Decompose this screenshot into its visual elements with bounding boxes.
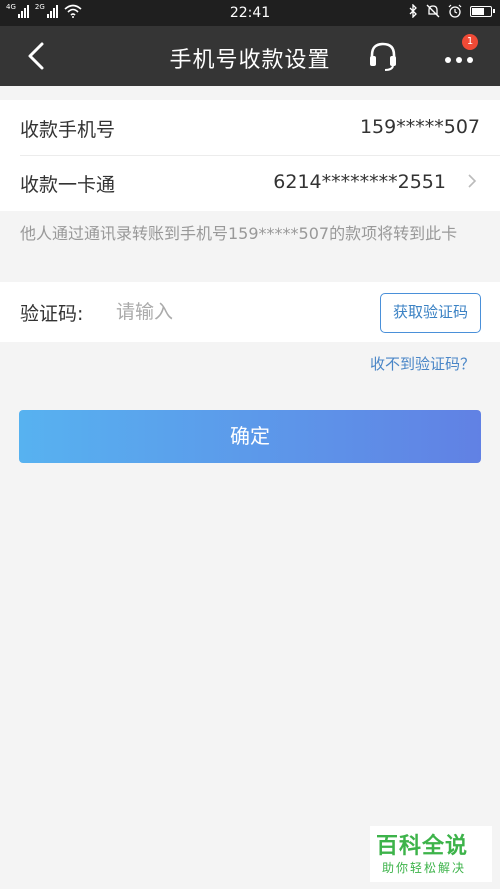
verify-label: 验证码: — [20, 303, 84, 325]
no-code-link[interactable]: 收不到验证码？ — [370, 353, 475, 374]
card-value: 6214********2551 — [273, 171, 446, 193]
card-label: 收款一卡通 — [20, 174, 116, 196]
status-bar: 4G 2G 22:41 — [0, 0, 500, 26]
get-code-button[interactable]: 获取验证码 — [380, 293, 481, 333]
verify-row: 验证码: 获取验证码 — [0, 282, 500, 342]
phone-row: 收款手机号 159*****507 — [0, 100, 500, 156]
transfer-note: 他人通过通讯录转账到手机号159*****507的款项将转到此卡 — [20, 224, 458, 243]
phone-value: 159*****507 — [359, 116, 480, 138]
alarm-icon — [448, 4, 462, 18]
bluetooth-icon — [409, 4, 417, 18]
watermark-subtitle: 助你轻松解决 — [382, 861, 467, 875]
watermark-title: 百科全说 — [376, 834, 469, 859]
nav-bar: 手机号收款设置 1 — [0, 26, 500, 86]
card-row[interactable]: 收款一卡通 6214********2551 — [0, 155, 500, 211]
notification-badge: 1 — [462, 34, 478, 50]
page-title: 手机号收款设置 — [169, 48, 331, 73]
status-right — [408, 4, 495, 18]
battery-icon — [470, 5, 495, 17]
phone-label: 收款手机号 — [20, 119, 116, 141]
bell-off-icon — [426, 4, 440, 18]
confirm-button[interactable]: 确定 — [19, 410, 481, 463]
headset-icon[interactable] — [366, 39, 400, 73]
watermark-logo: 百科全说 助你轻松解决 — [370, 826, 492, 882]
chevron-right-icon — [468, 174, 477, 188]
info-card: 收款手机号 159*****507 收款一卡通 6214********2551 — [0, 100, 500, 211]
verify-code-input[interactable] — [116, 296, 356, 328]
